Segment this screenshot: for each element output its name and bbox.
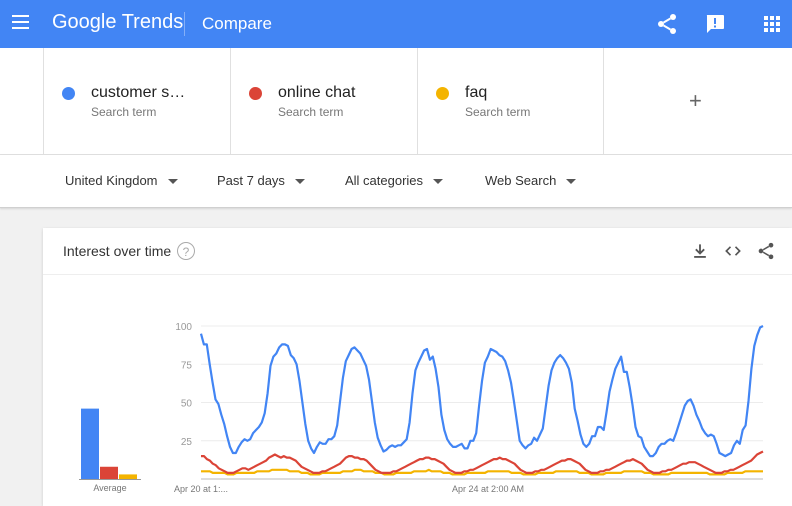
y-tick-label: 50 bbox=[181, 399, 193, 410]
caret-down-icon bbox=[566, 179, 577, 185]
y-tick-label: 25 bbox=[181, 437, 193, 448]
average-bar bbox=[81, 408, 99, 479]
term-customer-service[interactable]: customer s… Search term bbox=[43, 48, 231, 154]
series-line bbox=[201, 468, 763, 476]
search-type-dropdown[interactable]: Web Search bbox=[485, 173, 577, 188]
apps-icon[interactable] bbox=[760, 12, 784, 36]
y-tick-label: 100 bbox=[175, 322, 192, 333]
term-name: customer s… bbox=[91, 84, 186, 101]
feedback-icon[interactable] bbox=[703, 12, 727, 36]
header-divider bbox=[184, 12, 185, 36]
interest-over-time-card: Interest over time ? 25 50 75 100 Average A… bbox=[43, 228, 792, 506]
term-subtitle: Search term bbox=[91, 105, 157, 119]
top-bar: Google Trends Compare bbox=[0, 0, 792, 48]
term-color-dot bbox=[249, 87, 262, 100]
share-icon[interactable] bbox=[655, 12, 679, 36]
search-type-label: Web Search bbox=[485, 173, 557, 188]
page-title: Compare bbox=[202, 14, 272, 33]
term-online-chat[interactable]: online chat Search term bbox=[230, 48, 418, 154]
average-label: Average bbox=[93, 483, 126, 493]
period-label: Past 7 days bbox=[217, 173, 285, 188]
caret-down-icon bbox=[294, 179, 305, 185]
term-subtitle: Search term bbox=[278, 105, 344, 119]
menu-icon[interactable] bbox=[12, 15, 29, 32]
caret-down-icon bbox=[167, 179, 178, 185]
y-tick-label: 75 bbox=[181, 360, 193, 371]
category-dropdown[interactable]: All categories bbox=[345, 173, 444, 188]
x-tick-label: Apr 20 at 1:... bbox=[174, 484, 228, 494]
plus-icon: + bbox=[689, 88, 702, 113]
average-bar bbox=[119, 474, 137, 479]
search-terms-bar: customer s… Search term online chat Sear… bbox=[0, 48, 792, 155]
google-trends-logo[interactable]: Google Trends bbox=[52, 11, 183, 34]
region-dropdown[interactable]: United Kingdom bbox=[65, 173, 178, 188]
interest-chart: 25 50 75 100 Average Apr 20 at 1:... Apr 24 … bbox=[79, 322, 764, 494]
term-color-dot bbox=[436, 87, 449, 100]
series-line bbox=[199, 325, 764, 458]
term-faq[interactable]: faq Search term bbox=[417, 48, 604, 154]
x-tick-label: Apr 24 at 2:00 AM bbox=[452, 484, 524, 494]
add-term-button[interactable]: + bbox=[603, 48, 792, 154]
average-bar bbox=[100, 466, 118, 479]
period-dropdown[interactable]: Past 7 days bbox=[217, 173, 305, 188]
filters-bar: United Kingdom Past 7 days All categorie… bbox=[0, 155, 792, 208]
term-name: faq bbox=[465, 84, 488, 101]
category-label: All categories bbox=[345, 173, 424, 188]
term-color-dot bbox=[62, 87, 75, 100]
caret-down-icon bbox=[433, 179, 444, 185]
term-subtitle: Search term bbox=[465, 105, 531, 119]
region-label: United Kingdom bbox=[65, 173, 158, 188]
term-name: online chat bbox=[278, 84, 356, 101]
